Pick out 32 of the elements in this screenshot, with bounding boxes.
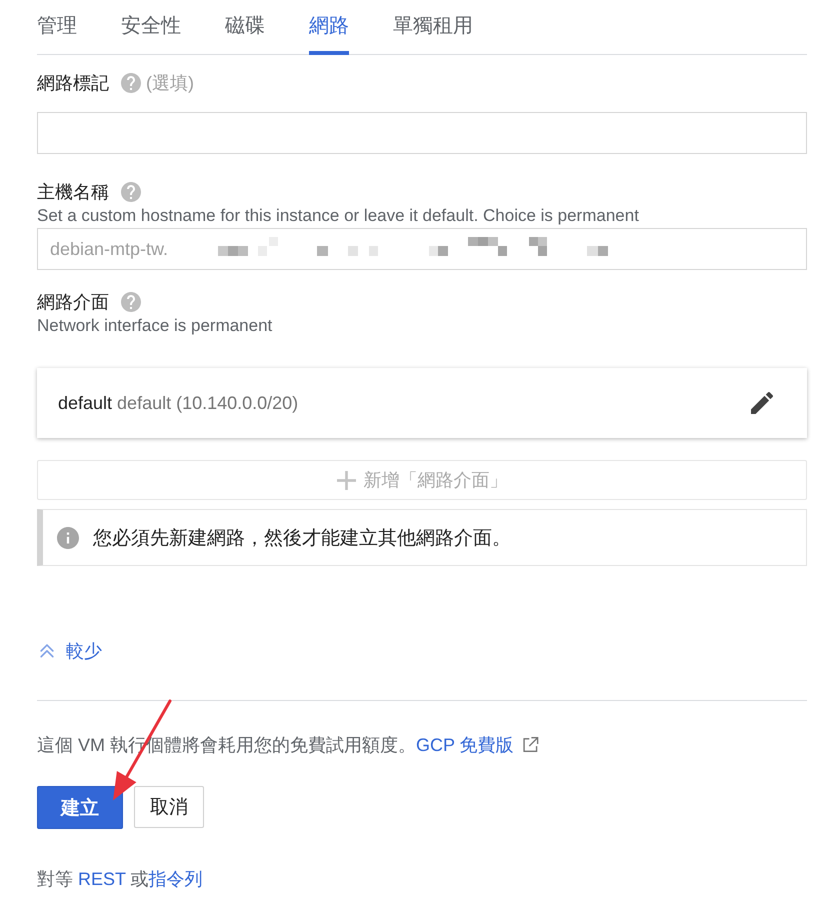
notice-text: 您必須先新建網路，然後才能建立其他網路介面。 — [93, 526, 511, 550]
tab[interactable]: 磁碟 — [225, 0, 265, 55]
help-icon — [121, 182, 141, 202]
double-chevron-up-icon — [40, 644, 54, 658]
interface-detail: default (10.140.0.0/20) — [117, 392, 298, 414]
field-label: 網路標記 — [37, 72, 109, 95]
help-icon — [121, 292, 141, 312]
tab[interactable]: 安全性 — [121, 0, 181, 55]
tab[interactable]: 單獨租用 — [393, 0, 473, 55]
help-text: Network interface is permanent — [37, 315, 274, 337]
plus-icon — [336, 470, 356, 490]
cancel-button[interactable]: 取消 — [134, 786, 204, 828]
help-icon — [121, 73, 141, 93]
show-less-link[interactable]: 較少 — [37, 639, 102, 663]
command-line-link[interactable]: 指令列 — [148, 869, 203, 889]
interface-name: default — [58, 392, 112, 414]
tab[interactable]: 管理 — [37, 0, 77, 55]
external-link-icon — [522, 737, 539, 752]
info-icon — [57, 526, 79, 548]
pencil-icon — [751, 392, 773, 414]
free-tier-link[interactable]: GCP 免費版 — [416, 735, 539, 755]
field-label: 網路介面 — [37, 291, 109, 314]
edit-button[interactable] — [751, 392, 773, 414]
help-text: Set a custom hostname for this instance or leave it default. Choice is permanent — [37, 205, 640, 227]
network-tags-field[interactable] — [37, 112, 807, 154]
optional-note: (選填) — [146, 72, 194, 95]
hostname-field[interactable]: debian-mtp-tw. — [37, 228, 807, 270]
create-button[interactable]: 建立 — [37, 786, 123, 829]
rest-link[interactable]: REST — [78, 869, 126, 889]
equivalent-line: 對等 REST 或指令列 — [37, 868, 204, 891]
tab[interactable]: 網路 — [309, 0, 349, 55]
field-label: 主機名稱 — [37, 181, 109, 204]
